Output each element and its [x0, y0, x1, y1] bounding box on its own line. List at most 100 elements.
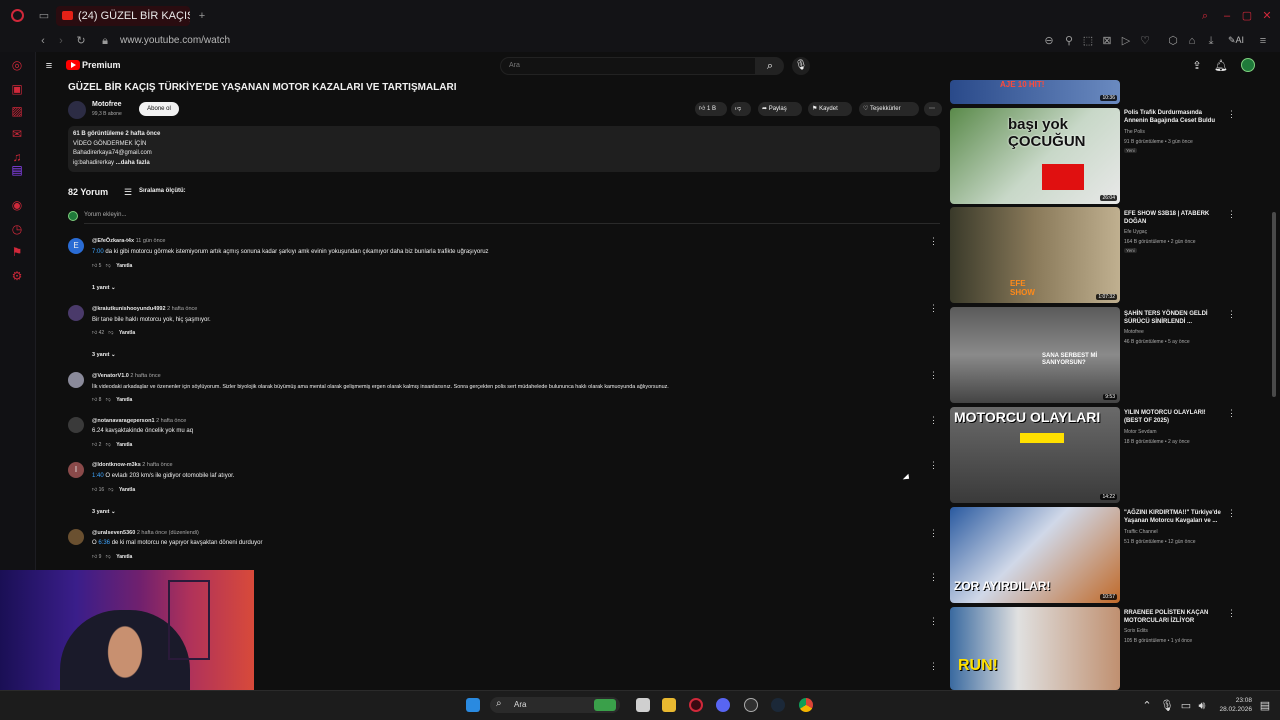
recommendation-channel[interactable]: Sorix Edits — [1124, 628, 1148, 634]
url-field[interactable]: www.youtube.com/watch — [120, 35, 230, 46]
recommendation-title[interactable]: "AĞZINI KIRDIRTMA!!" Türkiye'de Yaşanan … — [1124, 509, 1224, 525]
search-tabs-icon[interactable]: ⌕ — [1198, 10, 1212, 22]
menu-icon[interactable]: ≡ — [1256, 35, 1270, 47]
recommendation-menu-icon[interactable]: ⋮ — [1227, 309, 1236, 320]
save-button[interactable]: ⚑ Kaydet — [808, 102, 852, 116]
tray-mic-icon[interactable]: 🎙︎ — [1160, 700, 1174, 712]
comment-author[interactable]: @EfeÖzkara-t4x — [92, 238, 134, 244]
tray-chevron-icon[interactable]: ⌃ — [1140, 700, 1154, 712]
recommendation-title[interactable]: ŞAHİN TERS YÖNDEN GELDİ SÜRÜCÜ SİNİRLEND… — [1124, 310, 1224, 326]
sidebar-twitch-icon[interactable]: ▤ — [10, 163, 24, 177]
comment-avatar[interactable] — [68, 529, 84, 545]
reply-button[interactable]: Yanıtla — [116, 442, 132, 448]
new-tab-icon[interactable]: + — [195, 10, 209, 22]
like-icon[interactable]: 👍︎ — [92, 442, 97, 448]
like-icon[interactable]: 👍︎ — [92, 397, 97, 403]
comment-time[interactable]: 2 hafta önce — [130, 373, 160, 379]
comment-menu-icon[interactable]: ⋮ — [929, 236, 938, 246]
reply-button[interactable]: Yanıtla — [116, 554, 132, 560]
recommendation-thumbnail[interactable]: EFE SHOW 1:07:32 — [950, 207, 1120, 303]
like-icon[interactable]: 👍︎ — [92, 487, 97, 493]
dislike-icon[interactable]: 👎︎ — [106, 442, 111, 448]
zoom-icon[interactable]: ⊖ — [1042, 35, 1056, 47]
comment-time[interactable]: 2 hafta önce — [167, 306, 197, 312]
forward-icon[interactable]: › — [54, 35, 68, 47]
youtube-logo-icon[interactable] — [66, 60, 80, 70]
recommendation-thumbnail[interactable]: MOTORCU OLAYLARI 14:22 — [950, 407, 1120, 503]
comment-time[interactable]: 2 hafta önce (düzenlendi) — [137, 530, 199, 536]
sidebar-music-icon[interactable]: ♫ — [10, 150, 24, 164]
comment-avatar[interactable] — [68, 372, 84, 388]
ai-button[interactable]: ✎AI — [1228, 35, 1244, 46]
show-more-link[interactable]: ...daha fazla — [116, 160, 150, 166]
thanks-button[interactable]: ♡ Teşekkürler — [859, 102, 919, 116]
comment-menu-icon[interactable]: ⋮ — [929, 661, 938, 671]
download-icon[interactable]: ⤓ — [1204, 35, 1218, 47]
comment-avatar[interactable] — [68, 417, 84, 433]
recommendation-thumbnail[interactable]: RUN! — [950, 607, 1120, 690]
dislike-icon[interactable]: 👎︎ — [108, 487, 113, 493]
search-input[interactable]: Ara — [500, 57, 756, 75]
scrollbar-thumb[interactable] — [1272, 212, 1276, 397]
notification-center-icon[interactable]: ▤ — [1258, 700, 1272, 712]
replies-toggle[interactable]: 3 yanıt ⌄ — [92, 509, 116, 515]
channel-name[interactable]: Motofree — [92, 101, 122, 108]
comment-avatar[interactable]: I — [68, 462, 84, 478]
comment-time[interactable]: 2 hafta önce — [142, 462, 172, 468]
description-box[interactable] — [68, 126, 940, 172]
wallet-icon[interactable]: ⌂ — [1185, 35, 1199, 47]
comment-avatar[interactable]: E — [68, 238, 84, 254]
sidebar-player-icon[interactable]: ◉ — [10, 198, 24, 212]
pin-icon[interactable]: ⚲ — [1062, 35, 1076, 47]
comment-author[interactable]: @uralseven5360 — [92, 530, 135, 536]
recommendation-menu-icon[interactable]: ⋮ — [1227, 608, 1236, 619]
subscribe-button[interactable]: Abone ol — [139, 102, 179, 116]
dislike-icon[interactable]: 👎︎ — [106, 554, 111, 560]
reply-button[interactable]: Yanıtla — [116, 397, 132, 403]
add-comment-input[interactable]: Yorum ekleyin... — [84, 212, 126, 218]
comment-menu-icon[interactable]: ⋮ — [929, 572, 938, 582]
recommendation-thumbnail[interactable]: SANA SERBEST Mİ SANIYORSUN? 9:53 — [950, 307, 1120, 403]
sidebar-messenger-icon[interactable]: ✉ — [10, 127, 24, 141]
replies-toggle[interactable]: 1 yanıt ⌄ — [92, 285, 116, 291]
comment-time[interactable]: 2 hafta önce — [156, 418, 186, 424]
share-button[interactable]: ➦ Paylaş — [758, 102, 802, 116]
comment-time[interactable]: 11 gün önce — [136, 238, 166, 244]
heart-icon[interactable]: ♡ — [1138, 35, 1152, 47]
sort-icon[interactable]: ☰ — [124, 187, 132, 198]
maximize-icon[interactable]: ▢ — [1240, 10, 1254, 22]
minimize-icon[interactable]: – — [1220, 10, 1234, 22]
sort-button[interactable]: Sıralama ölçütü: — [139, 188, 186, 194]
play-icon[interactable]: ▷ — [1119, 35, 1133, 47]
opera-logo-icon[interactable] — [11, 9, 24, 22]
snapshot-icon[interactable]: ⬚ — [1081, 35, 1095, 47]
taskbar-date[interactable]: 28.02.2026 — [1218, 706, 1252, 713]
replies-toggle[interactable]: 3 yanıt ⌄ — [92, 352, 116, 358]
browser-tab-active[interactable]: (24) GÜZEL BİR KAÇIŞ TÜ — [56, 6, 190, 26]
comment-author[interactable]: @notanavarageperson1 — [92, 418, 155, 424]
recommendation-thumbnail[interactable]: AJE 10 HIT! 10:36 — [950, 80, 1120, 104]
more-actions-button[interactable]: ⋯ — [924, 102, 942, 116]
file-explorer-icon[interactable] — [662, 698, 676, 712]
discord-icon[interactable] — [716, 698, 730, 712]
recommendation-title[interactable]: YILIN MOTORCU OLAYLARI! (BEST OF 2025) — [1124, 409, 1224, 425]
recommendation-menu-icon[interactable]: ⋮ — [1227, 209, 1236, 220]
youtube-logo-text[interactable]: Premium — [82, 60, 121, 70]
sidebar-settings-icon[interactable]: ⚙ — [10, 269, 24, 283]
back-icon[interactable]: ‹ — [36, 35, 50, 47]
notifications-bell-icon[interactable]: 🔔︎ — [1214, 60, 1228, 72]
obs-icon[interactable] — [744, 698, 758, 712]
close-icon[interactable]: ✕ — [1260, 10, 1274, 22]
comment-menu-icon[interactable]: ⋮ — [929, 370, 938, 380]
recommendation-thumbnail[interactable]: ZOR AYIRDILAR! 10:57 — [950, 507, 1120, 603]
comment-timestamp-link[interactable]: 1:40 — [92, 473, 104, 479]
recommendation-channel[interactable]: Traffic Channel — [1124, 529, 1158, 535]
recommendation-menu-icon[interactable]: ⋮ — [1227, 508, 1236, 519]
search-button[interactable]: ⌕ — [756, 57, 784, 75]
comment-timestamp-link[interactable]: 6:36 — [98, 540, 110, 546]
extensions-icon[interactable]: ⬡ — [1166, 35, 1180, 47]
recommendation-title[interactable]: Polis Trafik Durdurmasında Annenin Bagaj… — [1124, 109, 1224, 125]
recommendation-channel[interactable]: Motofree — [1124, 329, 1144, 335]
reply-button[interactable]: Yanıtla — [116, 263, 132, 269]
dislike-icon[interactable]: 👎︎ — [106, 263, 111, 269]
